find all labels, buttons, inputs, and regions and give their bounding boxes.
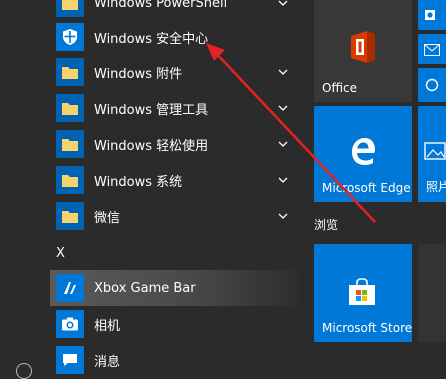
left-rail [0,0,50,379]
tile-label: Microsoft Store [322,321,413,335]
app-item-wechat[interactable]: 微信 [50,199,298,233]
app-item-label: 消息 [94,354,121,370]
tile-misc-partial[interactable] [418,68,446,102]
app-item-windows-security[interactable]: Windows 安全中心 [50,20,298,54]
app-item-label: Xbox Game Bar [94,280,196,296]
app-item-label: Windows 系统 [94,174,183,190]
app-item-label: Windows 管理工具 [94,102,209,118]
folder-icon [56,94,84,122]
tile-microsoft-store[interactable]: Microsoft Store [314,244,412,342]
tile-office[interactable]: Office [314,0,412,102]
chevron-down-icon [278,175,288,185]
app-item-label: 相机 [94,318,121,334]
pinned-tiles: Office Microsoft Edge 照片 浏览 Microsoft St… [298,0,446,378]
tile-label: 照片 [426,180,446,194]
chevron-down-icon [278,139,288,149]
folder-icon [56,0,84,17]
app-item-windows-powershell[interactable]: Windows PowerShell [50,0,298,20]
tile-label: Microsoft Edge [322,181,411,195]
camera-icon [56,310,84,338]
chevron-down-icon [278,67,288,77]
app-item-label: Windows 安全中心 [94,31,209,47]
store-icon [347,278,377,306]
section-header-x[interactable]: X [56,246,65,261]
tile-microsoft-edge[interactable]: Microsoft Edge [314,106,412,202]
chevron-down-icon [278,211,288,221]
app-item-xbox-game-bar[interactable]: Xbox Game Bar [50,270,298,306]
app-item-camera[interactable]: 相机 [50,307,298,341]
app-item-label: Windows PowerShell [94,0,228,11]
tile-photos-partial[interactable]: 照片 [418,106,446,202]
tile-outlook-partial[interactable] [418,0,446,30]
app-list: Windows PowerShell Windows 安全中心 Windows … [50,0,298,378]
folder-icon [56,166,84,194]
folder-icon [56,202,84,230]
folder-icon [56,58,84,86]
xbox-game-bar-icon [56,274,84,302]
app-item-label: Windows 附件 [94,66,183,82]
app-item-messaging[interactable]: 消息 [50,343,298,377]
chevron-down-icon [278,103,288,113]
office-icon [347,30,379,64]
app-item-label: Windows 轻松使用 [94,138,209,154]
tile-group-label-browse[interactable]: 浏览 [314,216,338,233]
app-item-windows-admin-tools[interactable]: Windows 管理工具 [50,91,298,125]
shield-icon [56,23,84,51]
tile-label: Office [322,81,358,95]
folder-icon [56,130,84,158]
chevron-down-icon [278,0,288,8]
tile-mail-partial[interactable] [418,34,446,64]
app-item-label: 微信 [94,210,121,226]
tile-partial-bottom[interactable] [418,244,446,342]
app-item-windows-accessories[interactable]: Windows 附件 [50,55,298,89]
user-avatar-icon[interactable] [16,363,32,379]
message-icon [56,346,84,374]
app-item-windows-system[interactable]: Windows 系统 [50,163,298,197]
app-item-windows-ease-of-access[interactable]: Windows 轻松使用 [50,127,298,161]
edge-icon [348,136,378,166]
